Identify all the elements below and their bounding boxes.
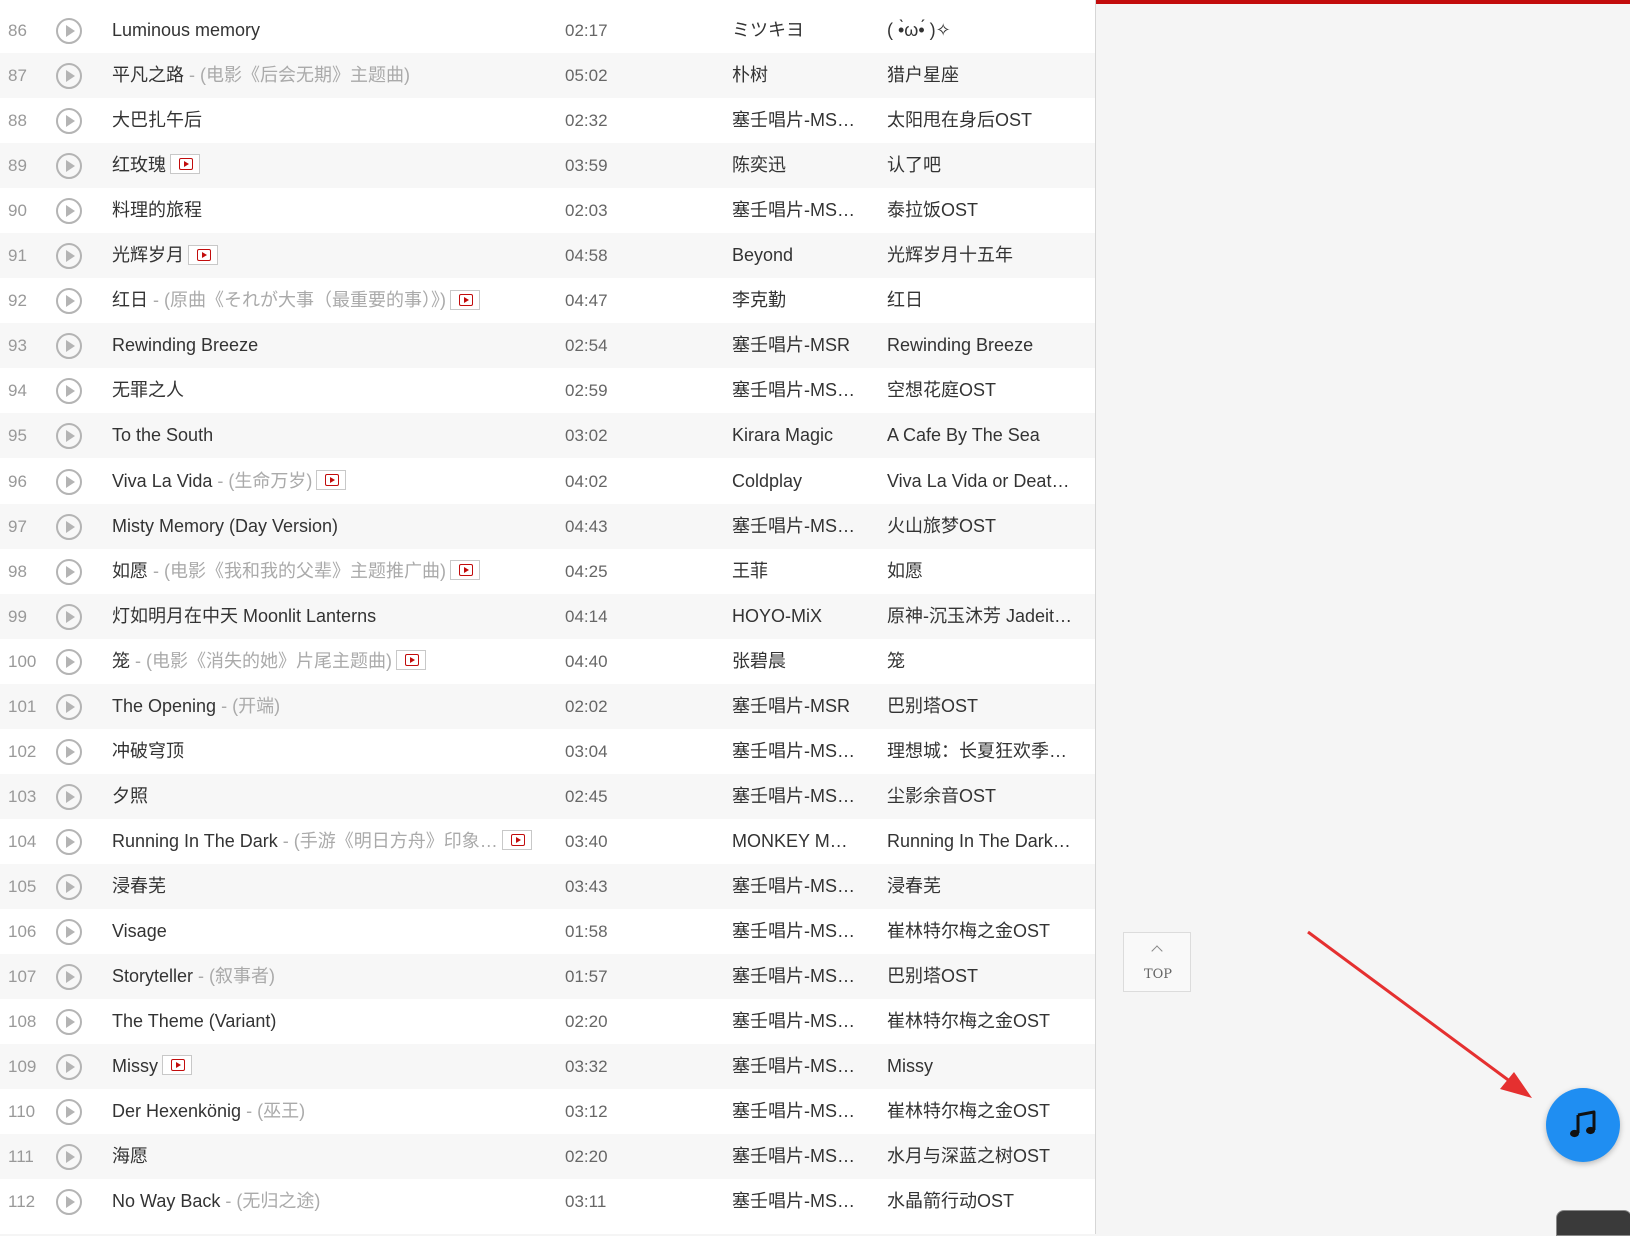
annotation-arrow — [1307, 930, 1532, 1098]
music-player-button[interactable] — [1546, 1088, 1620, 1162]
music-note-icon — [1570, 1110, 1596, 1138]
corner-widget[interactable] — [1556, 1210, 1630, 1236]
